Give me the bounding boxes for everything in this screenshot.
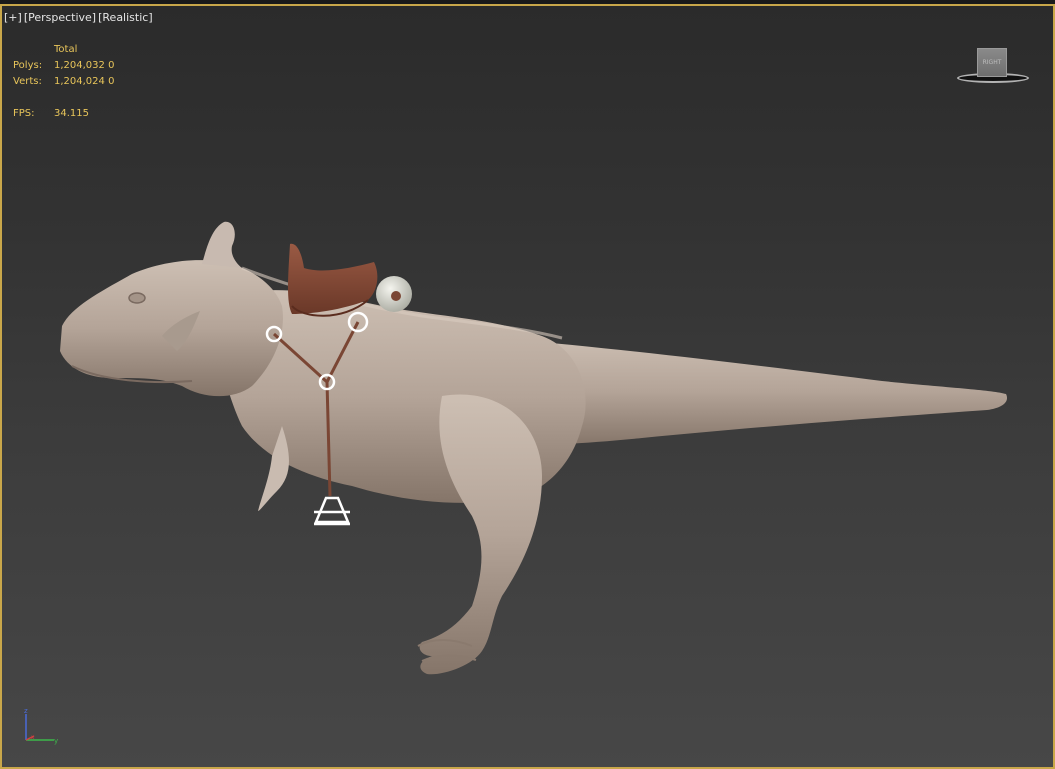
- axis-x-label: x: [31, 734, 35, 741]
- axis-y-label: y: [54, 737, 58, 745]
- egg-object[interactable]: [376, 276, 412, 312]
- viewport-perspective[interactable]: [+] [Perspective] [Realistic] Total Polys:…: [0, 4, 1055, 769]
- axis-tripod: z x y: [24, 707, 58, 745]
- stirrup-helper: [314, 496, 350, 524]
- axis-z-label: z: [24, 707, 28, 715]
- dinosaur-model[interactable]: [60, 221, 1008, 675]
- scene-canvas[interactable]: [2, 6, 1053, 767]
